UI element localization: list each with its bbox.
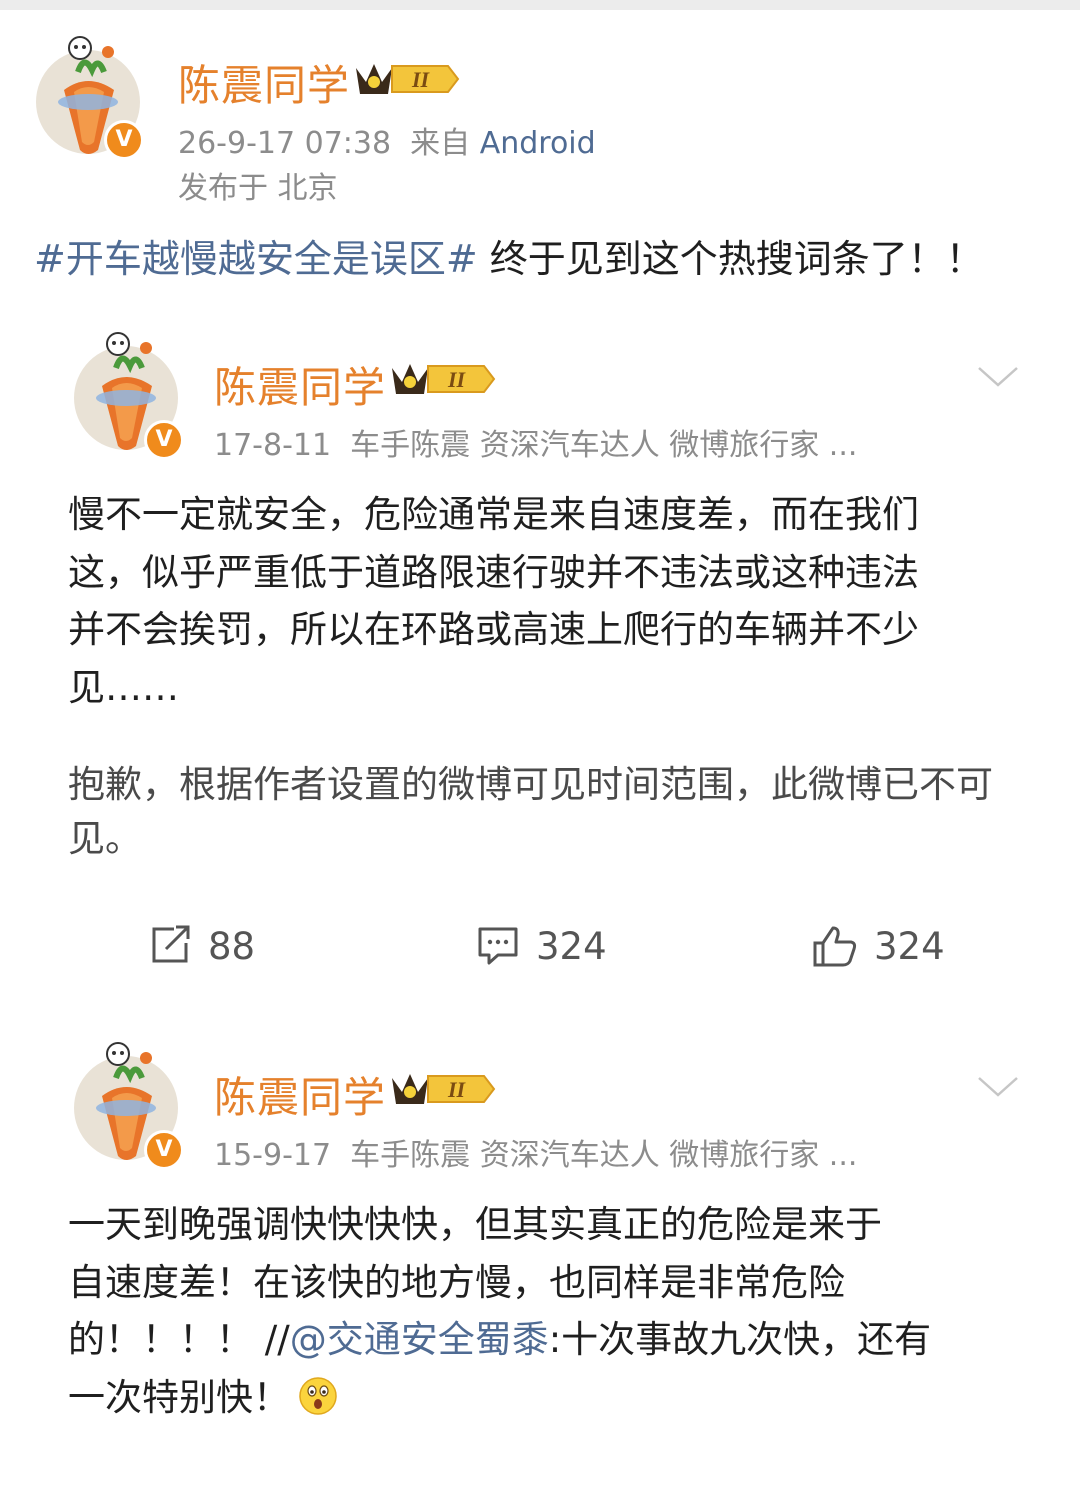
text-line: 这，似乎严重低于道路限速行驶并不违法或这种违法 [68,550,919,594]
comment-button[interactable]: 324 [476,918,607,974]
text-segment: 的！！！！ // [68,1318,290,1361]
like-count: 324 [874,924,945,968]
avatar[interactable]: V [34,32,144,162]
post-meta: 26-9-17 07:38 来自 Android [178,118,596,162]
repost-text: 慢不一定就安全，危险通常是来自速度差，而在我们 这，似乎严重低于道路限速行驶并不… [68,486,1018,716]
post-text: #开车越慢越安全是误区# 终于见到这个热搜词条了！！ [34,228,984,283]
crown-level-icon: II [392,364,496,394]
repost-meta: 15-9-17 车手陈震 资深汽车达人 微博旅行家 ... [214,1130,857,1174]
repost-icon [152,925,190,963]
like-icon [813,926,857,967]
comment-icon [478,927,518,965]
text-line: 的！！！！ //@交通安全蜀黍:十次事故九次快，还有 [68,1311,1018,1369]
action-bar: 88 324 324 [0,918,1080,974]
avatar[interactable]: V [72,1038,184,1170]
date-label: 15-9-17 [214,1138,332,1173]
notice-line: 见。 [68,817,142,860]
author-tags: 车手陈震 资深汽车达人 微博旅行家 ... [350,1138,858,1173]
author-name[interactable]: 陈震同学 [214,1064,386,1125]
repost-text: 一天到晚强调快快快快，但其实真正的危险是来于 自速度差！在该快的地方慢，也同样是… [68,1196,1018,1426]
repost-button[interactable]: 88 [148,918,255,974]
text-segment: 一次特别快！ [68,1375,290,1419]
via-prefix: 来自 [410,126,471,161]
verified-icon: V [104,120,144,160]
text-line: 并不会挨罚，所以在环路或高速上爬行的车辆并不少 [68,608,919,651]
location-label: 发布于 北京 [178,171,338,206]
topic-link[interactable]: #开车越慢越安全是误区# [34,237,478,281]
crown-level-icon: II [392,1074,496,1104]
text-line: 一次特别快！ [68,1369,1018,1427]
author-name[interactable]: 陈震同学 [214,354,386,415]
author-tags: 车手陈震 资深汽车达人 微博旅行家 ... [350,428,858,463]
verified-icon: V [144,1130,184,1170]
text-line: 自速度差！在该快的地方慢，也同样是非常危险 [68,1260,845,1304]
date-label: 17-8-11 [214,428,332,463]
author-name[interactable]: 陈震同学 [178,52,350,113]
repost-count: 88 [208,924,256,968]
text-line: 见…… [68,665,179,709]
notice-line: 抱歉，根据作者设置的微博可见时间范围，此微博已不可 [68,763,993,806]
top-strip [0,0,1080,10]
text-line: 一天到晚强调快快快快，但其实真正的危险是来于 [68,1203,882,1246]
post-text-body: 终于见到这个热搜词条了！！ [477,237,984,281]
text-segment: :十次事故九次快，还有 [548,1318,932,1361]
crown-level-icon: II [356,64,460,94]
comment-count: 324 [536,924,607,968]
chevron-down-icon[interactable] [976,364,1020,390]
timestamp: 26-9-17 07:38 [178,126,392,161]
crown-level-label: II [411,67,431,92]
avatar[interactable]: V [72,328,184,460]
text-line: 慢不一定就安全，危险通常是来自速度差，而在我们 [68,493,919,536]
like-button[interactable]: 324 [812,918,945,974]
repost-meta: 17-8-11 车手陈震 资深汽车达人 微博旅行家 ... [214,420,857,464]
verified-icon: V [144,420,184,460]
crown-level-label: II [447,1077,467,1102]
mention-link[interactable]: @交通安全蜀黍 [290,1318,549,1361]
crown-level-label: II [447,367,467,392]
source-label[interactable]: Android [480,126,596,161]
chevron-down-icon[interactable] [976,1074,1020,1100]
surprised-emoji-icon [299,1376,337,1415]
visibility-notice: 抱歉，根据作者设置的微博可见时间范围，此微博已不可 见。 [68,758,1018,866]
